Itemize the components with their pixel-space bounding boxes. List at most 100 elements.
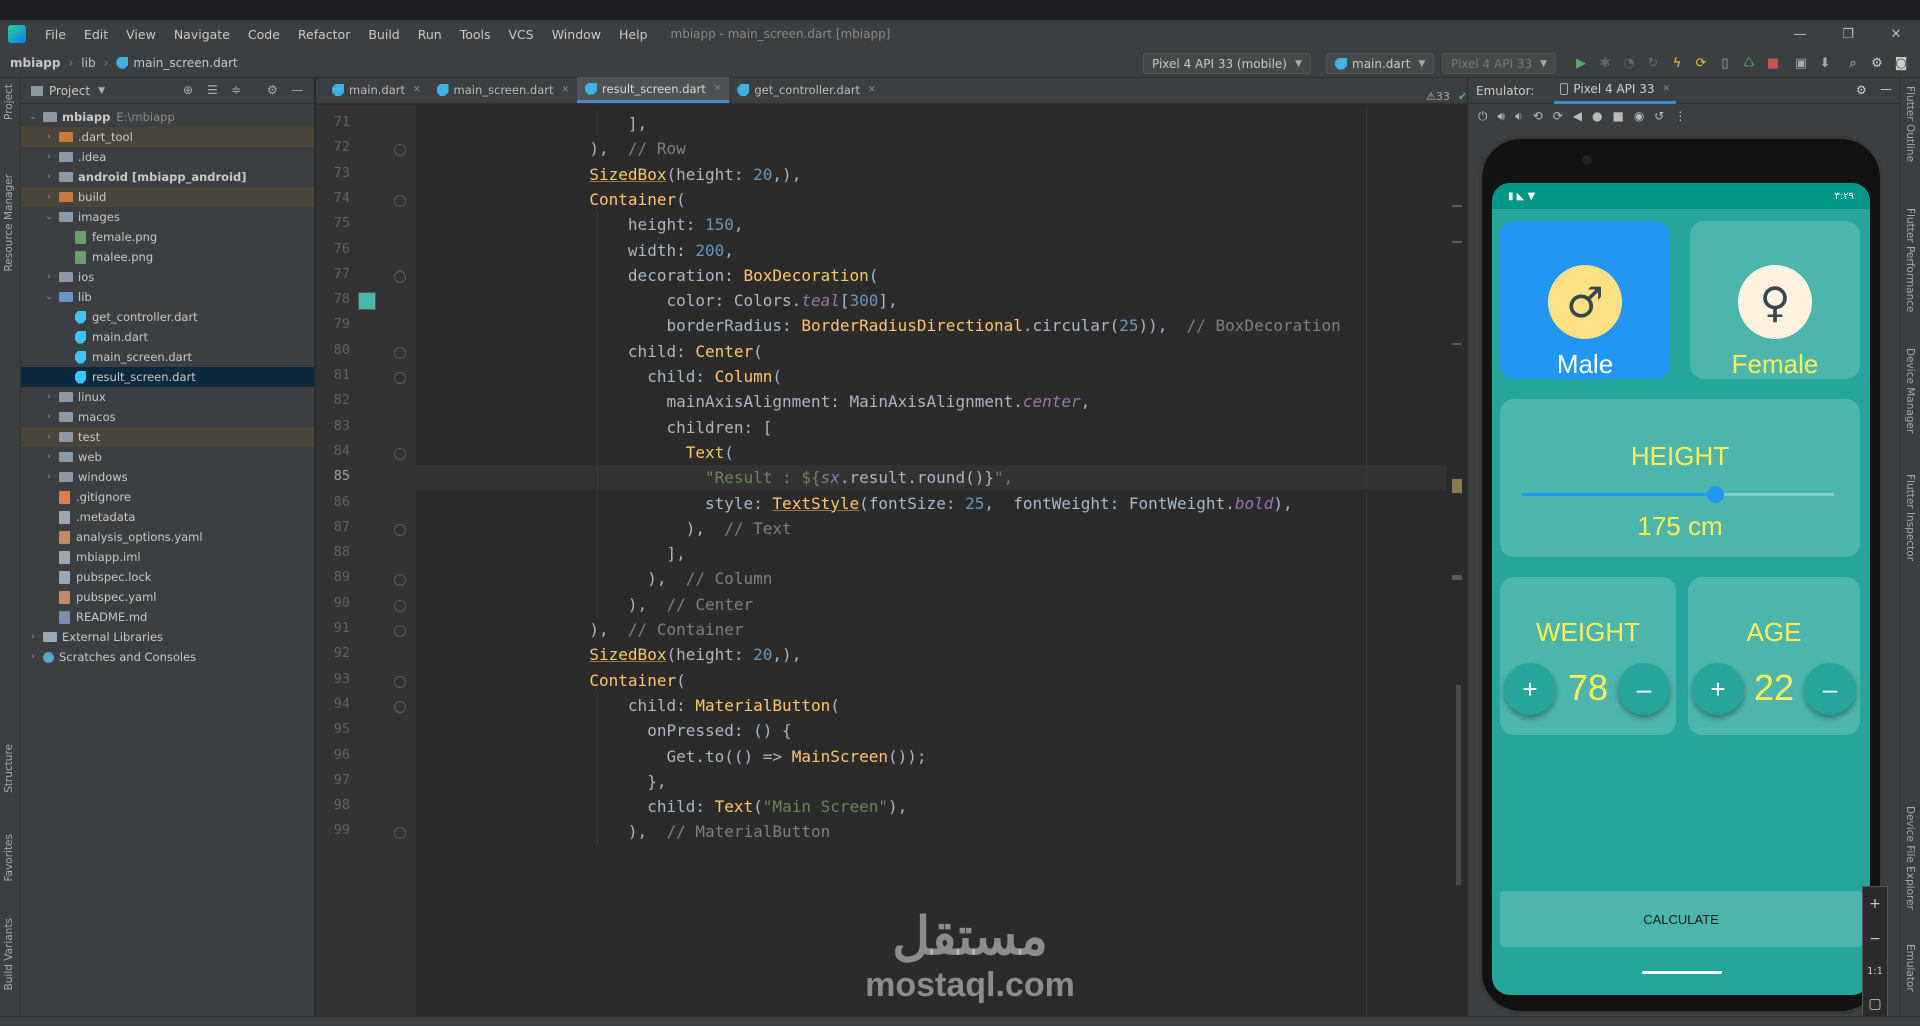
attach-icon[interactable]: ↻ [1644, 54, 1662, 72]
tool-window-device-manager[interactable]: Device Manager [1904, 348, 1916, 433]
male-card[interactable]: ♂ Male [1500, 221, 1670, 379]
run-config-selector[interactable]: main.dart ▼ [1326, 53, 1435, 74]
emulator-target-selector[interactable]: Pixel 4 API 33 ▼ [1442, 53, 1557, 74]
chevron-right-icon[interactable]: › [43, 132, 55, 142]
fold-marker-icon[interactable] [394, 625, 406, 637]
fold-marker-icon[interactable] [394, 372, 406, 384]
breadcrumb-project[interactable]: mbiapp [0, 56, 66, 70]
chevron-right-icon[interactable]: › [43, 192, 55, 202]
tree-item[interactable]: › web [21, 447, 314, 467]
power-icon[interactable]: ⏻ [1478, 109, 1488, 124]
tool-window-build-variants[interactable]: Build Variants [3, 918, 15, 990]
hide-panel-icon[interactable]: — [1880, 82, 1892, 96]
chevron-right-icon[interactable]: › [43, 412, 55, 422]
overview-icon[interactable]: ■ [1612, 109, 1623, 123]
tree-item[interactable]: › linux [21, 387, 314, 407]
tree-item[interactable]: female.png [21, 227, 314, 247]
fold-marker-icon[interactable] [394, 194, 406, 207]
tree-item[interactable]: get_controller.dart [21, 307, 314, 327]
menu-file[interactable]: File [36, 27, 75, 42]
menu-tools[interactable]: Tools [451, 27, 500, 42]
tool-window-resource-manager[interactable]: Resource Manager [3, 174, 15, 272]
chevron-right-icon[interactable]: › [43, 172, 55, 182]
fold-marker-icon[interactable] [394, 270, 406, 283]
collapse-all-icon[interactable]: ≑ [231, 83, 241, 97]
close-tab-icon[interactable]: ✕ [714, 84, 722, 94]
chevron-right-icon[interactable]: › [43, 432, 55, 442]
editor-tab[interactable]: main.dart ✕ [324, 77, 429, 103]
tree-item[interactable]: pubspec.yaml [21, 587, 314, 607]
hot-restart-icon[interactable]: ⟳ [1692, 54, 1710, 72]
chevron-down-icon[interactable]: ▼ [98, 86, 105, 96]
close-icon[interactable]: ✕ [1662, 84, 1670, 94]
locate-icon[interactable]: ⊕ [183, 83, 193, 97]
fold-marker-icon[interactable] [394, 599, 406, 612]
project-panel-title[interactable]: Project [49, 84, 90, 98]
height-slider-thumb[interactable] [1707, 486, 1725, 503]
volume-up-icon[interactable]: 🔊︎ [1498, 109, 1506, 124]
hot-reload-icon[interactable]: ϟ [1668, 54, 1686, 72]
tree-item[interactable]: main.dart [21, 327, 314, 347]
menu-navigate[interactable]: Navigate [165, 27, 239, 42]
editor-scrollbar[interactable] [1448, 105, 1466, 1026]
tree-item[interactable]: result_screen.dart [21, 367, 314, 387]
tool-window-favorites[interactable]: Favorites [3, 834, 15, 881]
tool-window-project[interactable]: Project [3, 84, 15, 120]
editor-tab[interactable]: result_screen.dart ✕ [577, 77, 730, 103]
tree-item[interactable]: ⌄ mbiapp E:\mbiapp [21, 107, 314, 127]
code-area[interactable]: ], ), // Row SizedBox(height: 20,), Cont… [416, 105, 1446, 1026]
tree-item[interactable]: › Scratches and Consoles [21, 647, 314, 667]
tree-item[interactable]: .metadata [21, 507, 314, 527]
fold-marker-icon[interactable] [394, 447, 406, 460]
gear-icon[interactable]: ⚙ [1868, 54, 1886, 72]
editor-tab[interactable]: get_controller.dart ✕ [729, 77, 883, 103]
device-selector[interactable]: Pixel 4 API 33 (mobile) ▼ [1143, 53, 1311, 74]
stop-icon[interactable]: ■ [1764, 54, 1782, 72]
chevron-right-icon[interactable]: › [43, 472, 55, 482]
editor-tab[interactable]: main_screen.dart ✕ [429, 77, 578, 103]
sdk-manager-icon[interactable]: ⬇ [1816, 54, 1834, 72]
tree-item[interactable]: mbiapp.iml [21, 547, 314, 567]
zoom-actual-size[interactable]: 1:1 [1867, 966, 1883, 977]
tree-item[interactable]: README.md [21, 607, 314, 627]
tree-item[interactable]: ⌄ lib [21, 287, 314, 307]
tool-window-device-file-explorer[interactable]: Device File Explorer [1904, 806, 1916, 910]
rotate-right-icon[interactable]: ⟳ [1553, 109, 1563, 123]
menu-view[interactable]: View [117, 27, 165, 42]
tree-item[interactable]: › android [mbiapp_android] [21, 167, 314, 187]
scroll-thumb[interactable] [1456, 685, 1461, 885]
minimize-window-icon[interactable]: — [1780, 20, 1820, 48]
tree-item[interactable]: .gitignore [21, 487, 314, 507]
breadcrumb-lib[interactable]: lib [75, 56, 101, 70]
tree-item[interactable]: main_screen.dart [21, 347, 314, 367]
close-tab-icon[interactable]: ✕ [413, 85, 421, 95]
gesture-home-bar[interactable] [1642, 971, 1722, 974]
apply-changes-icon[interactable]: ▯ [1716, 54, 1734, 72]
menu-build[interactable]: Build [359, 27, 408, 42]
fold-marker-icon[interactable] [394, 827, 406, 840]
tree-item[interactable]: › windows [21, 467, 314, 487]
close-tab-icon[interactable]: ✕ [868, 85, 876, 95]
tree-item[interactable]: › macos [21, 407, 314, 427]
expand-all-icon[interactable]: ☰ [207, 83, 218, 97]
tool-window-structure[interactable]: Structure [3, 744, 15, 793]
run-icon[interactable]: ▶ [1572, 54, 1590, 72]
color-swatch-icon[interactable] [358, 292, 376, 311]
more-icon[interactable]: ⋮ [1674, 109, 1686, 123]
close-tab-icon[interactable]: ✕ [561, 85, 569, 95]
chevron-right-icon[interactable]: › [27, 632, 39, 642]
menu-code[interactable]: Code [239, 27, 289, 42]
chevron-down-icon[interactable]: ⌄ [27, 112, 39, 122]
menu-run[interactable]: Run [409, 27, 451, 42]
height-slider[interactable] [1522, 486, 1834, 503]
zoom-out-icon[interactable]: − [1869, 931, 1881, 947]
profile-icon[interactable]: ◔ [1620, 54, 1638, 72]
fold-marker-icon[interactable] [394, 144, 406, 157]
home-icon[interactable]: ● [1592, 109, 1602, 123]
female-card[interactable]: ♀ Female [1690, 221, 1860, 379]
hide-panel-icon[interactable]: — [291, 83, 303, 97]
chevron-right-icon[interactable]: › [43, 272, 55, 282]
menu-vcs[interactable]: VCS [500, 27, 543, 42]
menu-edit[interactable]: Edit [75, 27, 117, 42]
tree-item[interactable]: malee.png [21, 247, 314, 267]
